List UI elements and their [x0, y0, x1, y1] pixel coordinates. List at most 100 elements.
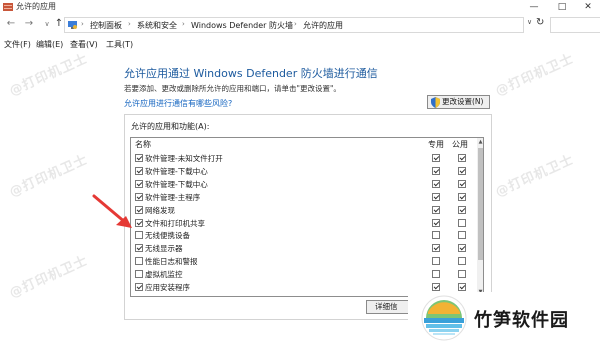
list-scrollbar[interactable]: ▲ ▼ — [477, 138, 483, 296]
menu-file[interactable]: 文件(F) — [4, 39, 31, 50]
list-item[interactable]: 软件管理-主程序 — [131, 192, 477, 204]
enable-checkbox[interactable] — [135, 231, 143, 240]
enable-checkbox[interactable] — [135, 166, 143, 175]
menu-edit[interactable]: 编辑(E) — [36, 39, 63, 50]
enable-checkbox[interactable] — [135, 257, 143, 266]
app-name: 无线便携设备 — [145, 231, 190, 241]
app-name: 无线显示器 — [145, 244, 183, 254]
public-checkbox[interactable] — [458, 231, 466, 240]
menu-tools[interactable]: 工具(T) — [106, 39, 133, 50]
breadcrumb-separator: › — [81, 20, 84, 28]
enable-checkbox[interactable] — [135, 244, 143, 253]
list-item[interactable]: 无线显示器 — [131, 243, 477, 255]
public-checkbox[interactable] — [458, 244, 466, 253]
breadcrumb-item[interactable]: Windows Defender 防火墙 — [191, 20, 293, 31]
minimize-button[interactable]: — — [520, 0, 548, 14]
public-checkbox[interactable] — [458, 192, 466, 201]
private-checkbox[interactable] — [432, 244, 440, 253]
column-header-public[interactable]: 公用 — [452, 139, 468, 150]
close-button[interactable]: ✕ — [574, 0, 600, 14]
private-checkbox[interactable] — [432, 154, 440, 162]
menu-bar: 文件(F) 编辑(E) 查看(V) 工具(T) — [0, 38, 600, 52]
private-checkbox[interactable] — [432, 205, 440, 214]
watermark: @打印机卫士 — [493, 152, 577, 201]
private-checkbox[interactable] — [432, 179, 440, 188]
public-checkbox[interactable] — [458, 270, 466, 279]
list-item[interactable]: 文件和打印机共享 — [131, 218, 477, 230]
address-dropdown-icon[interactable]: ∨ — [527, 18, 532, 26]
change-settings-label: 更改设置(N) — [442, 97, 484, 106]
annotation-arrow-icon — [92, 194, 132, 228]
search-input[interactable] — [550, 17, 600, 33]
public-checkbox[interactable] — [458, 218, 466, 227]
change-settings-button[interactable]: 更改设置(N) — [427, 95, 490, 109]
app-name: 应用安装程序 — [145, 283, 190, 292]
list-item[interactable]: 无线便携设备 — [131, 230, 477, 242]
allowed-apps-list[interactable]: 名称 专用 公用 软件管理-未知文件打开 软件管理-下载中心 软件管理-下载中心 软件… — [130, 137, 484, 297]
enable-checkbox[interactable] — [135, 154, 143, 162]
enable-checkbox[interactable] — [135, 218, 143, 227]
control-panel-icon — [68, 21, 77, 29]
bamboo-logo-icon — [421, 295, 467, 341]
enable-checkbox[interactable] — [135, 205, 143, 214]
page-title: 允许应用通过 Windows Defender 防火墙进行通信 — [124, 67, 378, 80]
maximize-button[interactable]: □ — [548, 0, 576, 14]
app-name: 网络发现 — [145, 205, 175, 215]
private-checkbox[interactable] — [432, 192, 440, 201]
breadcrumb-item[interactable]: 控制面板 — [90, 20, 122, 31]
brand-name: 竹笋软件园 — [474, 310, 569, 331]
private-checkbox[interactable] — [432, 257, 440, 266]
enable-checkbox[interactable] — [135, 283, 143, 291]
private-checkbox[interactable] — [432, 283, 440, 291]
breadcrumb[interactable]: › 控制面板 › 系统和安全 › Windows Defender 防火墙 › … — [64, 17, 524, 33]
breadcrumb-separator: › — [182, 20, 185, 28]
list-item[interactable]: 虚拟机监控 — [131, 269, 477, 281]
watermark: @打印机卫士 — [7, 152, 91, 201]
window-title: 允许的应用 — [16, 2, 56, 11]
column-header-private[interactable]: 专用 — [428, 139, 444, 150]
uac-shield-icon — [431, 97, 440, 108]
column-header-name[interactable]: 名称 — [135, 139, 151, 150]
app-name: 文件和打印机共享 — [145, 218, 205, 228]
app-name: 软件管理-下载中心 — [145, 179, 208, 189]
private-checkbox[interactable] — [432, 218, 440, 227]
list-item[interactable]: 软件管理-下载中心 — [131, 179, 477, 191]
public-checkbox[interactable] — [458, 205, 466, 214]
public-checkbox[interactable] — [458, 154, 466, 162]
forward-arrow-icon[interactable]: → — [22, 17, 36, 31]
breadcrumb-separator: › — [128, 20, 131, 28]
breadcrumb-item[interactable]: 允许的应用 — [303, 20, 343, 31]
public-checkbox[interactable] — [458, 179, 466, 188]
public-checkbox[interactable] — [458, 283, 466, 291]
private-checkbox[interactable] — [432, 270, 440, 279]
enable-checkbox[interactable] — [135, 270, 143, 279]
private-checkbox[interactable] — [432, 231, 440, 240]
app-name: 性能日志和警报 — [145, 257, 198, 267]
list-item[interactable]: 软件管理-未知文件打开 — [131, 153, 477, 165]
scroll-thumb[interactable] — [478, 148, 483, 260]
app-name: 软件管理-下载中心 — [145, 166, 208, 176]
enable-checkbox[interactable] — [135, 192, 143, 201]
watermark: @打印机卫士 — [7, 253, 91, 302]
allowed-apps-label: 允许的应用和功能(A): — [131, 122, 210, 131]
public-checkbox[interactable] — [458, 166, 466, 175]
back-arrow-icon[interactable]: ← — [4, 17, 18, 31]
title-bar: 允许的应用 — □ ✕ — [0, 0, 600, 14]
risks-link[interactable]: 允许应用进行通信有哪些风险? — [124, 98, 232, 109]
list-item[interactable]: 网络发现 — [131, 205, 477, 217]
scroll-up-icon[interactable]: ▲ — [477, 138, 483, 146]
page-subtitle: 若要添加、更改或删除所允许的应用和端口，请单击"更改设置"。 — [124, 84, 341, 93]
address-bar: ← → ∨ ↑ › 控制面板 › 系统和安全 › Windows Defende… — [0, 14, 600, 36]
list-item[interactable]: 性能日志和警报 — [131, 256, 477, 268]
firewall-app-icon — [3, 3, 13, 11]
private-checkbox[interactable] — [432, 166, 440, 175]
enable-checkbox[interactable] — [135, 179, 143, 188]
app-name: 软件管理-未知文件打开 — [145, 154, 223, 163]
menu-view[interactable]: 查看(V) — [70, 39, 98, 50]
app-name: 软件管理-主程序 — [145, 192, 201, 202]
breadcrumb-item[interactable]: 系统和安全 — [137, 20, 177, 31]
watermark: @打印机卫士 — [7, 51, 91, 100]
public-checkbox[interactable] — [458, 257, 466, 266]
refresh-icon[interactable]: ↻ — [536, 17, 544, 28]
list-item[interactable]: 软件管理-下载中心 — [131, 166, 477, 178]
